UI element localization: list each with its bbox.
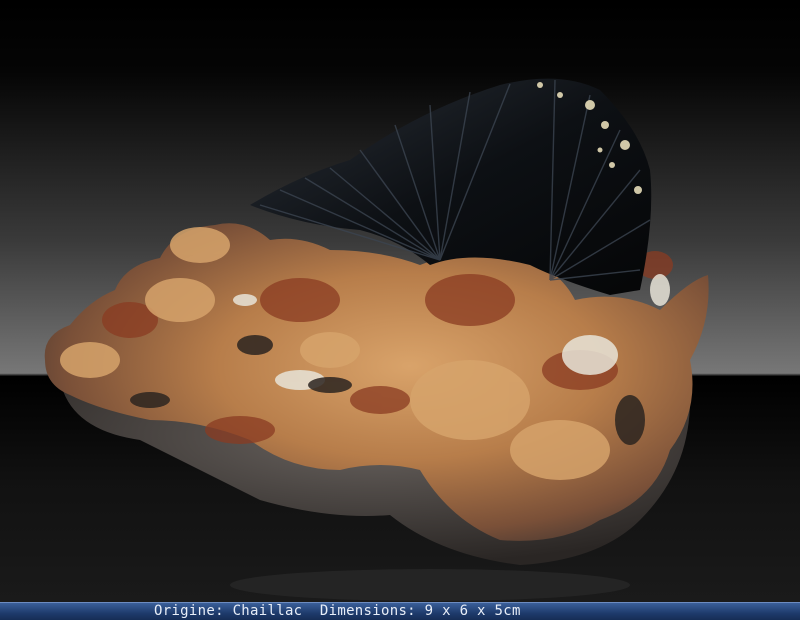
dimensions-value: 9 x 6 x 5cm (424, 603, 521, 619)
origin-value: Chaillac (232, 603, 303, 619)
caption-text: Origine: Chaillac Dimensions: 9 x 6 x 5c… (154, 603, 521, 620)
caption-bar: Origine: Chaillac Dimensions: 9 x 6 x 5c… (0, 602, 800, 620)
origin-label: Origine: (154, 603, 224, 619)
dimensions-label: Dimensions: (319, 603, 416, 619)
mineral-photo (0, 0, 800, 602)
